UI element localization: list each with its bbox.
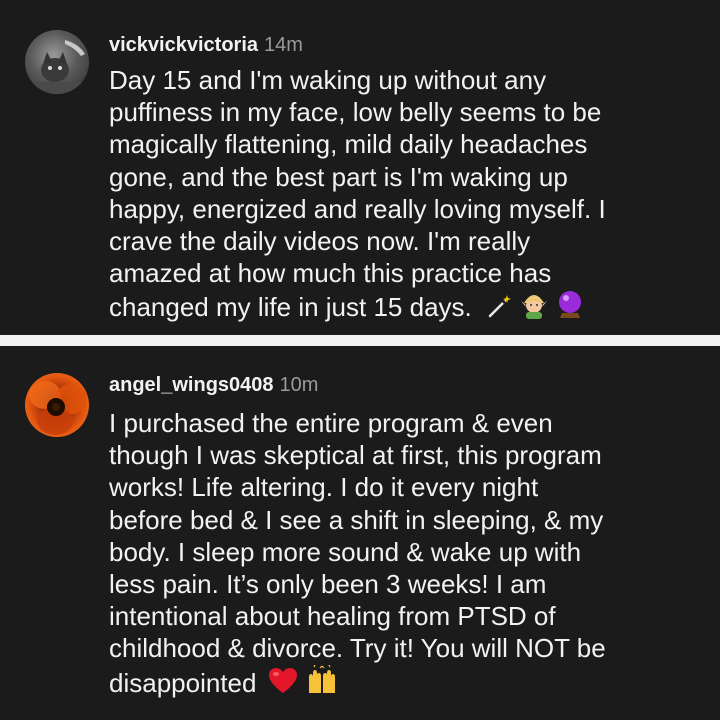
comment-line: works! Life altering. I do it every nigh… <box>109 472 539 503</box>
comment-line: disappointed <box>109 667 257 698</box>
comment-line: body. I sleep more sound & wake up with <box>109 536 582 567</box>
avatar[interactable] <box>25 30 89 94</box>
comment-line: less pain. It’s only been 3 weeks! I am <box>109 568 547 599</box>
comment-header: angel_wings0408 10m <box>109 371 318 399</box>
magic-wand-icon <box>486 293 512 326</box>
crystal-ball-icon <box>556 289 584 326</box>
comment-line: gone, and the best part is I'm waking up <box>109 161 568 192</box>
username[interactable]: angel_wings0408 <box>109 374 274 396</box>
comment-line: puffiness in my face, low belly seems to… <box>109 97 602 128</box>
comment-line: magically flattening, mild daily headach… <box>109 129 588 160</box>
comment-line: Day 15 and I'm waking up without any <box>109 65 547 95</box>
comment-text: I purchased the entire program & even th… <box>109 407 709 698</box>
comment-header: vickvickvictoria 14m <box>109 31 303 59</box>
username[interactable]: vickvickvictoria <box>109 34 258 56</box>
comment-line: changed my life in just 15 days. <box>109 292 472 323</box>
comment-line: crave the daily videos now. I'm really <box>109 225 531 256</box>
panel-divider <box>0 335 720 346</box>
comment-line-last: disappointed <box>109 664 709 698</box>
comment-line: happy, energized and really loving mysel… <box>109 193 606 224</box>
comment-line: intentional about healing from PTSD of <box>109 601 556 632</box>
cat-photo-icon <box>25 40 89 94</box>
comment-line: though I was skeptical at first, this pr… <box>109 440 602 471</box>
comment-line: amazed at how much this practice has <box>109 258 552 289</box>
comment-panel-1: vickvickvictoria 14m Day 15 and I'm wakin… <box>0 0 720 335</box>
comment-line-last: changed my life in just 15 days. <box>109 289 709 323</box>
timestamp: 14m <box>264 34 303 56</box>
comment-line: childhood & divorce. Try it! You will NO… <box>109 633 606 664</box>
poppy-flower-icon <box>29 381 87 435</box>
comment-line: I purchased the entire program & even <box>109 408 553 438</box>
comment-line: before bed & I see a shift in sleeping, … <box>109 504 604 535</box>
timestamp: 10m <box>279 374 319 396</box>
red-heart-icon <box>268 667 298 702</box>
avatar[interactable] <box>25 373 89 437</box>
comment-text: Day 15 and I'm waking up without any puf… <box>109 64 709 322</box>
raising-hands-icon <box>306 664 338 702</box>
elf-icon <box>520 289 548 326</box>
